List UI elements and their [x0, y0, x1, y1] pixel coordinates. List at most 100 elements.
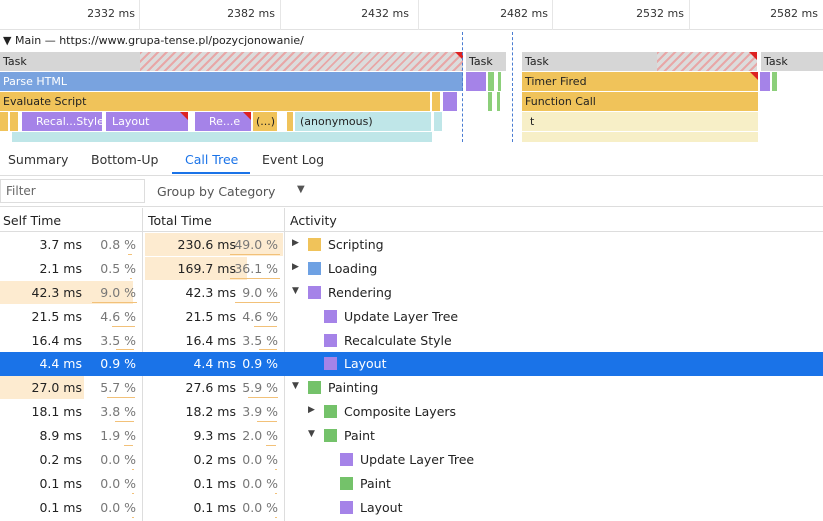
total-time-percent: 5.9 % — [242, 380, 278, 396]
column-activity[interactable]: Activity — [290, 213, 337, 228]
table-row[interactable]: 3.7 ms 0.8 % 230.6 ms 49.0 % ▶ Scripting — [0, 233, 823, 257]
layout-bar[interactable]: Layout — [106, 112, 188, 131]
total-time-heat — [145, 305, 158, 328]
ruler-tick: 2582 ms — [770, 7, 818, 20]
tab-summary[interactable]: Summary — [8, 152, 68, 167]
event-bar[interactable] — [497, 92, 500, 111]
timer-fired-bar[interactable]: Timer Fired — [522, 72, 758, 91]
expand-arrow-icon[interactable]: ▶ — [292, 262, 302, 272]
event-bar[interactable] — [287, 112, 293, 131]
collapse-arrow-icon[interactable]: ▼ — [292, 381, 302, 391]
total-time-bar — [230, 253, 280, 255]
self-time-bar — [132, 516, 134, 518]
recalculate-style-bar[interactable]: Recal...Style — [22, 112, 102, 131]
event-bar[interactable] — [488, 92, 492, 111]
table-row[interactable]: 0.1 ms 0.0 % 0.1 ms 0.0 % Paint — [0, 472, 823, 496]
table-row[interactable]: 0.2 ms 0.0 % 0.2 ms 0.0 % Update Layer Tree — [0, 448, 823, 472]
task-bar[interactable]: Task — [0, 52, 140, 71]
task-bar-long[interactable] — [657, 52, 757, 71]
total-time-bar — [254, 325, 278, 327]
total-time-value: 42.3 ms — [185, 284, 237, 300]
function-call-bar[interactable]: Function Call — [522, 92, 758, 111]
task-bar[interactable]: Task — [761, 52, 823, 71]
event-bar[interactable] — [488, 72, 494, 91]
event-bar[interactable] — [434, 112, 442, 131]
evaluate-script-bar[interactable]: Evaluate Script — [0, 92, 430, 111]
ruler-gridline — [139, 0, 140, 30]
event-bar[interactable] — [498, 72, 501, 91]
filter-input[interactable] — [0, 179, 145, 203]
call-tree-header: Self Time Total Time Activity — [0, 208, 823, 232]
nested-calls-bar[interactable] — [12, 132, 432, 142]
table-row[interactable]: 8.9 ms 1.9 % 9.3 ms 2.0 % ▼ Paint — [0, 424, 823, 448]
event-bar[interactable] — [760, 72, 770, 91]
table-row[interactable]: 4.4 ms 0.9 % 4.4 ms 0.9 % Layout — [0, 352, 823, 377]
t-bar[interactable]: t — [522, 112, 758, 131]
nested-calls-bar[interactable] — [522, 132, 758, 142]
column-self-time[interactable]: Self Time — [3, 213, 61, 228]
total-time-value: 9.3 ms — [193, 428, 236, 444]
table-row[interactable]: 2.1 ms 0.5 % 169.7 ms 36.1 % ▶ Loading — [0, 256, 823, 281]
activity-label: Paint — [360, 475, 391, 491]
event-bar[interactable] — [466, 72, 486, 91]
event-bar[interactable] — [432, 92, 440, 111]
total-time-heat — [145, 329, 155, 352]
ruler-tick: 2382 ms — [227, 7, 275, 20]
anonymous-bar[interactable]: (anonymous) — [295, 112, 431, 131]
ruler-tick: 2332 ms — [87, 7, 135, 20]
expand-arrow-icon[interactable]: ▶ — [308, 405, 318, 415]
column-total-time[interactable]: Total Time — [148, 213, 212, 228]
table-row[interactable]: 42.3 ms 9.0 % 42.3 ms 9.0 % ▼ Rendering — [0, 280, 823, 305]
event-bar[interactable] — [772, 72, 777, 91]
self-time-bar — [132, 468, 134, 470]
activity-label: Update Layer Tree — [360, 452, 475, 468]
filter-toolbar: Group by Category ▼ — [0, 176, 823, 207]
task-bar[interactable]: Task — [466, 52, 506, 71]
main-thread-title[interactable]: ▼ Main — https://www.grupa-tense.pl/pozy… — [3, 34, 304, 47]
category-color-swatch — [308, 285, 321, 299]
ruler-gridline — [280, 0, 281, 30]
total-time-heat — [145, 281, 170, 304]
total-time-percent: 9.0 % — [242, 284, 278, 300]
tab-event-log[interactable]: Event Log — [262, 152, 324, 167]
chevron-down-icon[interactable]: ▼ — [297, 184, 305, 195]
activity-label: Recalculate Style — [344, 332, 452, 348]
group-by-select[interactable]: Group by Category — [157, 184, 275, 199]
expand-arrow-icon[interactable]: ▶ — [292, 238, 302, 248]
anonymous-short-bar[interactable]: (...) — [253, 112, 277, 131]
self-time-value: 0.1 ms — [39, 475, 82, 491]
self-time-bar — [115, 421, 135, 423]
self-time-percent: 0.8 % — [100, 237, 136, 252]
frame-marker-line — [462, 32, 463, 142]
collapse-arrow-icon[interactable]: ▼ — [292, 286, 302, 296]
table-row[interactable]: 21.5 ms 4.6 % 21.5 ms 4.6 % Update Layer Tre… — [0, 305, 823, 329]
activity-label: Loading — [328, 260, 378, 276]
main-thread-flame-chart[interactable]: ▼ Main — https://www.grupa-tense.pl/pozy… — [0, 32, 823, 142]
event-bar[interactable] — [10, 112, 18, 131]
table-row[interactable]: 16.4 ms 3.5 % 16.4 ms 3.5 % Recalculate Styl… — [0, 329, 823, 353]
task-bar[interactable]: Task — [522, 52, 657, 71]
tab-call-tree[interactable]: Call Tree — [185, 152, 238, 167]
self-time-bar — [128, 253, 133, 255]
table-row[interactable]: 27.0 ms 5.7 % 27.6 ms 5.9 % ▼ Painting — [0, 376, 823, 400]
self-time-percent: 0.5 % — [100, 260, 136, 276]
event-bar[interactable] — [443, 92, 457, 111]
table-row[interactable]: 18.1 ms 3.8 % 18.2 ms 3.9 % ▶ Composite Layer… — [0, 400, 823, 424]
activity-label: Layout — [360, 499, 403, 515]
collapse-arrow-icon[interactable]: ▼ — [308, 429, 318, 439]
total-time-bar — [248, 397, 278, 399]
activity-label: Layout — [344, 356, 387, 372]
category-color-swatch — [324, 309, 337, 323]
table-row[interactable]: 0.1 ms 0.0 % 0.1 ms 0.0 % Layout — [0, 496, 823, 520]
parse-html-bar[interactable]: Parse HTML — [0, 72, 463, 91]
ruler-gridline — [552, 0, 553, 30]
total-time-bar — [234, 301, 280, 303]
ruler-tick: 2432 ms — [361, 7, 409, 20]
event-bar[interactable] — [0, 112, 8, 131]
self-time-value: 27.0 ms — [31, 380, 83, 396]
timeline-ruler[interactable]: 2332 ms 2382 ms 2432 ms 2482 ms 2532 ms … — [0, 0, 823, 30]
tab-bottom-up[interactable]: Bottom-Up — [91, 152, 158, 167]
recalc-bar-short[interactable]: Re...e — [195, 112, 251, 131]
task-bar-long[interactable] — [140, 52, 463, 71]
self-time-value: 0.1 ms — [39, 499, 82, 515]
